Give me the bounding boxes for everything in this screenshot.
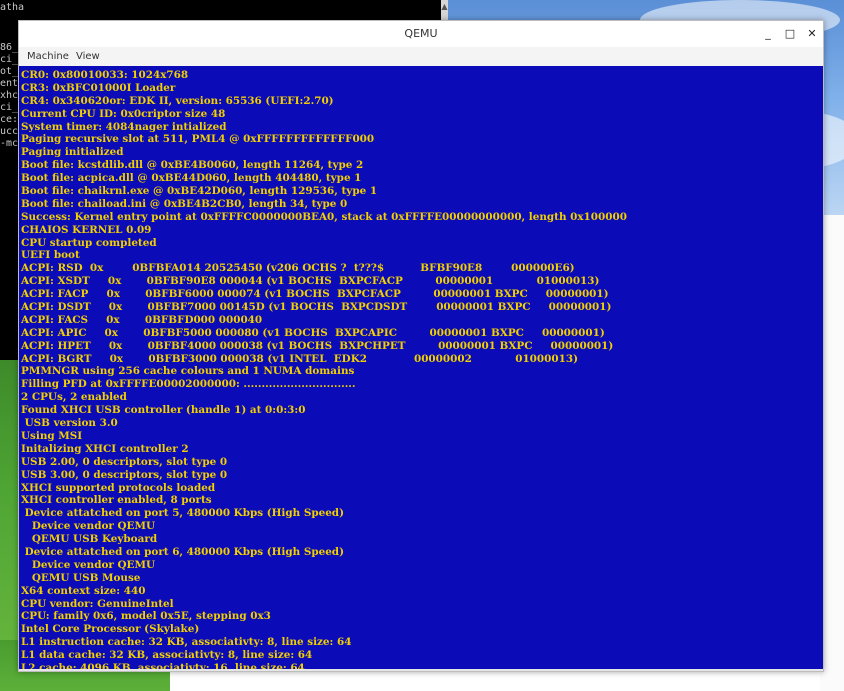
qemu-window: QEMU _ □ ✕ Machine View CR0: 0x80010033:…	[18, 20, 824, 672]
menu-machine[interactable]: Machine	[27, 47, 69, 66]
console-line: Boot file: chaiload.ini @ 0xBE4B2CB0, le…	[21, 197, 348, 210]
scroll-up-arrow-icon[interactable]: ▲	[441, 2, 448, 12]
console-line: XHCI controller enabled, 8 ports	[21, 494, 212, 507]
console-line: Paging recursive slot at 511, PML4 @ 0xF…	[21, 133, 375, 146]
window-title: QEMU	[404, 27, 438, 40]
close-icon[interactable]: ✕	[801, 21, 823, 47]
console-line: USB version 3.0	[21, 417, 118, 430]
console-line: CR3: 0xBFC01000I Loader	[21, 81, 176, 94]
console-line: ACPI: APIC 0x 0BFBF5000 000080 (v1 BOCHS…	[21, 326, 605, 339]
minimize-icon[interactable]: _	[757, 21, 779, 47]
console-line: Current CPU ID: 0x0criptor size 48	[21, 107, 226, 120]
console-line: UEFI boot	[21, 249, 80, 262]
window-titlebar[interactable]: QEMU _ □ ✕	[19, 21, 823, 47]
console-line: USB 3.00, 0 descriptors, slot type 0	[21, 468, 228, 481]
console-line: Found XHCI USB controller (handle 1) at …	[21, 404, 306, 417]
console-line: Device vendor QEMU	[21, 558, 156, 571]
console-line: Device vendor QEMU	[21, 520, 156, 533]
console-line: Device attatched on port 5, 480000 Kbps …	[21, 507, 344, 520]
console-line: Boot file: kcstdlib.dll @ 0xBE4B0060, le…	[21, 159, 364, 172]
console-line: Initalizing XHCI controller 2	[21, 442, 189, 455]
window-bottom-edge	[19, 669, 823, 671]
console-line: Using MSI	[21, 429, 83, 442]
console-line: Intel Core Processor (Skylake)	[21, 623, 200, 636]
console-line: USB 2.00, 0 descriptors, slot type 0	[21, 455, 228, 468]
guest-display[interactable]: CR0: 0x80010033: 1024x768 CR3: 0xBFC01000…	[19, 66, 823, 669]
maximize-icon[interactable]: □	[779, 21, 801, 47]
console-line: Filling PFD at 0xFFFFE00002000000: .....…	[21, 378, 356, 391]
console-line: ACPI: HPET 0x 0BFBF4000 000038 (v1 BOCHS…	[21, 339, 614, 352]
console-line: QEMU USB Mouse	[21, 571, 141, 584]
console-line: Paging initialized	[21, 146, 124, 159]
console-line: X64 context size: 440	[21, 584, 146, 597]
console-line: L1 data cache: 32 KB, associativty: 8, l…	[21, 649, 313, 662]
console-line: Success: Kernel entry point at 0xFFFFC00…	[21, 210, 627, 223]
console-line: QEMU USB Keyboard	[21, 533, 158, 546]
console-line: CR4: 0x340620or: EDK II, version: 65536 …	[21, 94, 334, 107]
console-line: System timer: 4084nager intialized	[21, 120, 227, 133]
menu-bar: Machine View	[19, 47, 823, 66]
terminal-line: atha	[0, 2, 25, 13]
console-line: L1 instruction cache: 32 KB, associativt…	[21, 636, 352, 649]
console-line: ACPI: BGRT 0x 0BFBF3000 000038 (v1 INTEL…	[21, 352, 578, 365]
console-line: XHCI supported protocols loaded	[21, 481, 216, 494]
boot-console-output: CR0: 0x80010033: 1024x768 CR3: 0xBFC01000…	[21, 69, 627, 669]
console-line: 2 CPUs, 2 enabled	[21, 391, 127, 404]
console-line: ACPI: RSD 0x 0BFBFA014 20525450 (v206 OC…	[21, 262, 575, 275]
console-line: CHAIOS KERNEL 0.09	[21, 223, 152, 236]
console-line: Device attatched on port 6, 480000 Kbps …	[21, 545, 344, 558]
console-line: Boot file: acpica.dll @ 0xBE44D060, leng…	[21, 172, 362, 185]
console-line: ACPI: FACP 0x 0BFBF6000 000074 (v1 BOCHS…	[21, 288, 609, 301]
console-line: CPU startup completed	[21, 236, 157, 249]
console-line: PMMNGR using 256 cache colours and 1 NUM…	[21, 365, 355, 378]
console-line: ACPI: XSDT 0x 0BFBF90E8 000044 (v1 BOCHS…	[21, 275, 600, 288]
console-line: Boot file: chaikrnl.exe @ 0xBE42D060, le…	[21, 185, 378, 198]
console-line: CPU: family 0x6, model 0x5E, stepping 0x…	[21, 610, 271, 623]
console-line: ACPI: DSDT 0x 0BFBF7000 00145D (v1 BOCHS…	[21, 301, 612, 314]
console-line: CR0: 0x80010033: 1024x768	[21, 69, 189, 81]
console-line: CPU vendor: GenuineIntel	[21, 597, 174, 610]
console-line: L2 cache: 4096 KB, associativty: 16, lin…	[21, 661, 305, 669]
console-line: ACPI: FACS 0x 0BFBFD000 000040	[21, 313, 263, 326]
menu-view[interactable]: View	[76, 47, 100, 66]
